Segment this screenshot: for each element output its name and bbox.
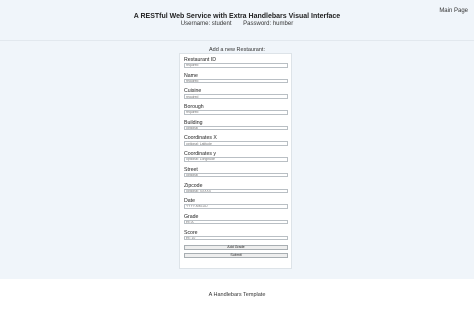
date-input[interactable]: [184, 204, 288, 209]
field-zipcode: Zipcode: [184, 183, 288, 199]
field-cuisine: Cuisine: [184, 88, 288, 104]
field-building: Building: [184, 120, 288, 136]
page-header: Main Page A RESTful Web Service with Ext…: [0, 0, 474, 41]
field-grade: Grade: [184, 214, 288, 230]
name-input[interactable]: [184, 78, 288, 84]
grade-input[interactable]: [184, 219, 288, 225]
field-restaurant-id: Restaurant ID: [184, 57, 288, 73]
street-input[interactable]: [184, 172, 288, 178]
coordinates-x-input[interactable]: [184, 141, 288, 146]
borough-input[interactable]: [184, 110, 288, 115]
field-coordinates-y: Coordinates y: [184, 151, 288, 167]
restaurant-id-input[interactable]: [184, 63, 288, 68]
footer-text: A Handlebars Template: [208, 292, 266, 298]
field-date: Date: [184, 198, 288, 214]
username-text: Username: student: [180, 21, 232, 27]
form-buttons: Add Grade Submit: [184, 245, 288, 259]
password-text: Password: humber: [243, 21, 294, 27]
add-restaurant-form: Restaurant ID Name Cuisine Borough Build…: [179, 53, 292, 269]
page-title: A RESTful Web Service with Extra Handleb…: [133, 13, 341, 20]
field-borough: Borough: [184, 104, 288, 120]
field-street: Street: [184, 167, 288, 183]
score-input[interactable]: [184, 235, 288, 241]
credentials-line: Username: student Password: humber: [0, 21, 474, 27]
building-input[interactable]: [184, 125, 288, 131]
field-name: Name: [184, 73, 288, 89]
main-content: Add a new Restaurant: Restaurant ID Name…: [0, 41, 474, 279]
cuisine-input[interactable]: [184, 94, 288, 99]
zipcode-input[interactable]: [184, 188, 288, 193]
submit-button[interactable]: Submit: [184, 253, 288, 259]
add-grade-button[interactable]: Add Grade: [184, 245, 288, 251]
coordinates-y-input[interactable]: [184, 157, 288, 162]
field-coordinates-x: Coordinates X: [184, 135, 288, 151]
field-score: Score: [184, 230, 288, 246]
